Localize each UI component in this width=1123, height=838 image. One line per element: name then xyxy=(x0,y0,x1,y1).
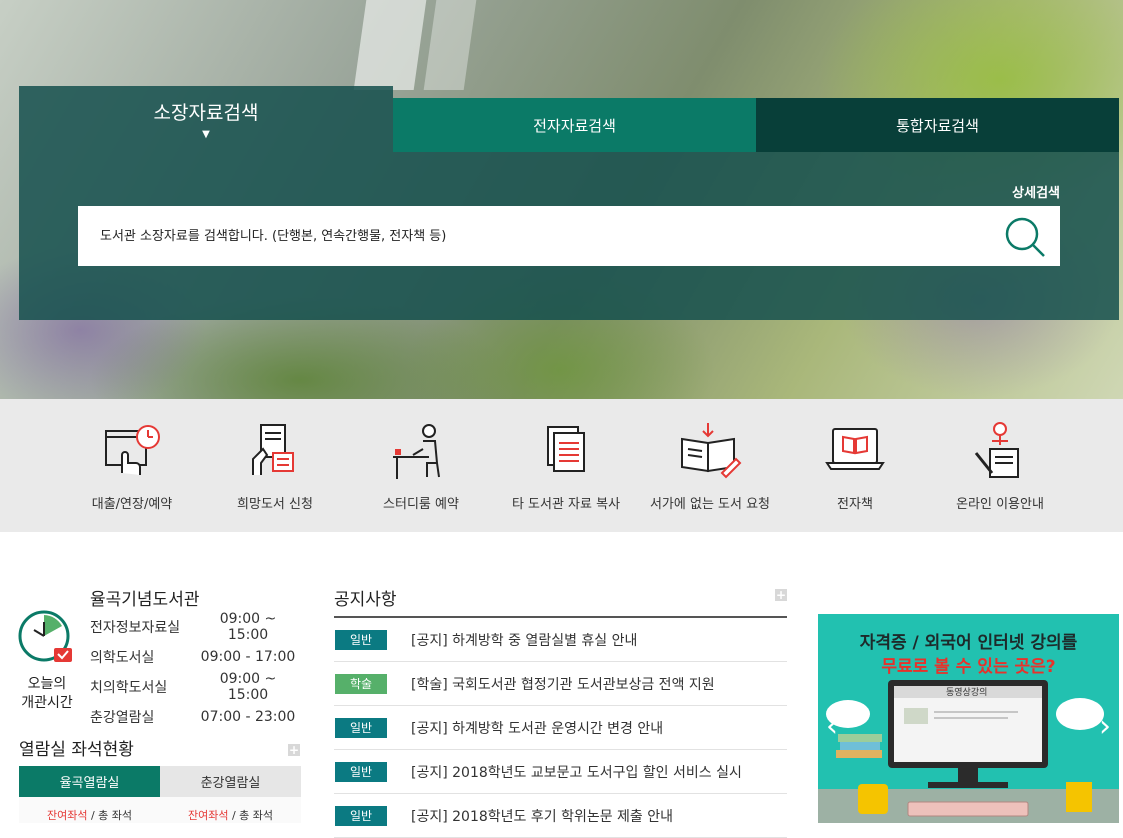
tab-electronic-search[interactable]: 전자자료검색 xyxy=(393,98,756,152)
banner-illustration: 동영상강의 xyxy=(818,680,1119,823)
quick-item-copy[interactable]: 타 도서관 자료 복사 xyxy=(496,419,636,512)
search-button[interactable] xyxy=(1002,214,1048,260)
online-guide-icon xyxy=(974,422,1019,478)
active-arrow-icon: ▼ xyxy=(202,129,210,140)
building-decoration xyxy=(353,0,427,90)
seat-summary: 잔여좌석 / 총 좌석 잔여좌석 / 총 좌석 xyxy=(19,797,301,823)
notice-more-button[interactable]: + xyxy=(775,589,787,601)
seat-summary-cell: 잔여좌석 / 총 좌석 xyxy=(160,797,301,823)
notice-text: [공지] 하계방학 도서관 운영시간 변경 안내 xyxy=(411,720,664,737)
notice-badge: 일반 xyxy=(335,761,387,782)
quick-item-label: 온라인 이용안내 xyxy=(956,497,1044,512)
notice-badge: 학술 xyxy=(335,673,387,694)
open-book-icon xyxy=(681,423,742,479)
notice-list: 일반 [공지] 하계방학 중 열람실별 휴실 안내 학술 [학술] 국회도서관 … xyxy=(334,618,787,838)
quick-item-label: 전자책 xyxy=(837,497,873,512)
clock-icon xyxy=(18,610,72,662)
notice-text: [학술] 국회도서관 협정기관 도서관보상금 전액 지원 xyxy=(411,676,715,693)
notice-item[interactable]: 일반 [공지] 2018학년도 후기 학위논문 제출 안내 xyxy=(334,794,787,838)
opening-hours-label-line2: 개관시간 xyxy=(21,695,73,711)
tab-integrated-search[interactable]: 통합자료검색 xyxy=(756,98,1119,152)
quick-item-missing-book[interactable]: 서가에 없는 도서 요청 xyxy=(640,419,780,512)
search-box xyxy=(78,206,1060,266)
quick-item-label: 스터디룸 예약 xyxy=(383,497,459,512)
room-name: 전자정보자료실 xyxy=(90,620,181,636)
quick-item-online-guide[interactable]: 온라인 이용안내 xyxy=(930,419,1070,512)
seat-tab-chungang[interactable]: 춘강열람실 xyxy=(160,766,301,797)
hours-row: 전자정보자료실 09:00 ~ 15:00 xyxy=(90,611,298,643)
room-name: 춘강열람실 xyxy=(90,710,155,726)
seat-tab-yulgok[interactable]: 율곡열람실 xyxy=(19,766,160,797)
room-hours: 09:00 - 17:00 xyxy=(200,649,296,665)
search-input[interactable] xyxy=(100,206,980,266)
notice-text: [공지] 하계방학 중 열람실별 휴실 안내 xyxy=(411,632,638,649)
library-name: 율곡기념도서관 xyxy=(90,590,200,610)
banner-next-button[interactable]: › xyxy=(1099,709,1111,744)
detail-search-link[interactable]: 상세검색 xyxy=(1012,182,1060,201)
quick-item-loan[interactable]: 대출/연장/예약 xyxy=(62,419,202,512)
notice-badge: 일반 xyxy=(335,629,387,650)
room-hours: 09:00 ~ 15:00 xyxy=(219,611,277,643)
notice-item[interactable]: 일반 [공지] 2018학년도 교보문고 도서구입 할인 서비스 실시 xyxy=(334,750,787,794)
opening-hours-label-line1: 오늘의 xyxy=(27,676,67,692)
quick-menu: 대출/연장/예약 희망도서 신청 스터디룸 예약 타 도서관 자료 복사 서가에… xyxy=(0,399,1123,532)
remaining-seats-label: 잔여좌석 xyxy=(187,809,229,822)
tab-label: 통합자료검색 xyxy=(896,116,979,135)
notice-badge: 일반 xyxy=(335,717,387,738)
tab-label: 소장자료검색 xyxy=(153,102,259,124)
notice-item[interactable]: 학술 [학술] 국회도서관 협정기관 도서관보상금 전액 지원 xyxy=(334,662,787,706)
copy-document-icon xyxy=(547,426,585,472)
banner-line1: 자격증 / 외국어 인터넷 강의를 xyxy=(859,633,1078,653)
banner-prev-button[interactable]: ‹ xyxy=(826,709,838,744)
total-seats-label: / 총 좌석 xyxy=(90,809,133,822)
hours-row: 춘강열람실 07:00 - 23:00 xyxy=(90,702,298,732)
seat-more-button[interactable]: + xyxy=(288,744,300,756)
quick-item-label: 희망도서 신청 xyxy=(237,497,313,512)
tab-label: 전자자료검색 xyxy=(533,116,616,135)
tab-collection-search[interactable]: 소장자료검색 ▼ xyxy=(19,86,393,152)
room-hours: 09:00 ~ 15:00 xyxy=(219,671,277,703)
quick-item-label: 대출/연장/예약 xyxy=(91,497,173,512)
notice-title: 공지사항 xyxy=(334,590,397,610)
room-name: 의학도서실 xyxy=(90,650,155,666)
building-decoration xyxy=(423,0,477,90)
seat-status-title: 열람실 좌석현황 xyxy=(19,740,134,760)
room-name: 치의학도서실 xyxy=(90,680,168,696)
quick-item-study-room[interactable]: 스터디룸 예약 xyxy=(351,419,491,512)
opening-hours-label: 오늘의 개관시간 xyxy=(14,675,80,713)
book-request-icon xyxy=(252,424,294,475)
notice-item[interactable]: 일반 [공지] 하계방학 도서관 운영시간 변경 안내 xyxy=(334,706,787,750)
ebook-icon xyxy=(825,428,885,470)
remaining-seats-label: 잔여좌석 xyxy=(46,809,88,822)
promo-banner[interactable]: 자격증 / 외국어 인터넷 강의를 무료로 볼 수 있는 곳은? 동영상강의 ‹… xyxy=(818,614,1119,823)
seat-summary-cell: 잔여좌석 / 총 좌석 xyxy=(19,797,160,823)
quick-item-label: 타 도서관 자료 복사 xyxy=(511,497,621,512)
total-seats-label: / 총 좌석 xyxy=(231,809,274,822)
quick-item-ebook[interactable]: 전자책 xyxy=(785,419,925,512)
hours-row: 치의학도서실 09:00 ~ 15:00 xyxy=(90,671,298,703)
study-room-icon xyxy=(393,424,440,479)
quick-item-label: 서가에 없는 도서 요청 xyxy=(649,497,771,512)
loan-clock-icon xyxy=(105,425,160,475)
room-hours: 07:00 - 23:00 xyxy=(200,709,296,725)
opening-hours-table: 전자정보자료실 09:00 ~ 15:00 의학도서실 09:00 - 17:0… xyxy=(90,611,298,732)
notice-text: [공지] 2018학년도 교보문고 도서구입 할인 서비스 실시 xyxy=(411,764,742,781)
search-panel: 소장자료검색 ▼ 전자자료검색 통합자료검색 상세검색 xyxy=(19,86,1119,320)
hours-row: 의학도서실 09:00 - 17:00 xyxy=(90,642,298,672)
quick-item-book-request[interactable]: 희망도서 신청 xyxy=(205,419,345,512)
notice-item[interactable]: 일반 [공지] 하계방학 중 열람실별 휴실 안내 xyxy=(334,618,787,662)
banner-screen-title: 동영상강의 xyxy=(946,687,987,698)
seat-tabs: 율곡열람실 춘강열람실 xyxy=(19,766,301,797)
search-icon xyxy=(1005,217,1045,257)
